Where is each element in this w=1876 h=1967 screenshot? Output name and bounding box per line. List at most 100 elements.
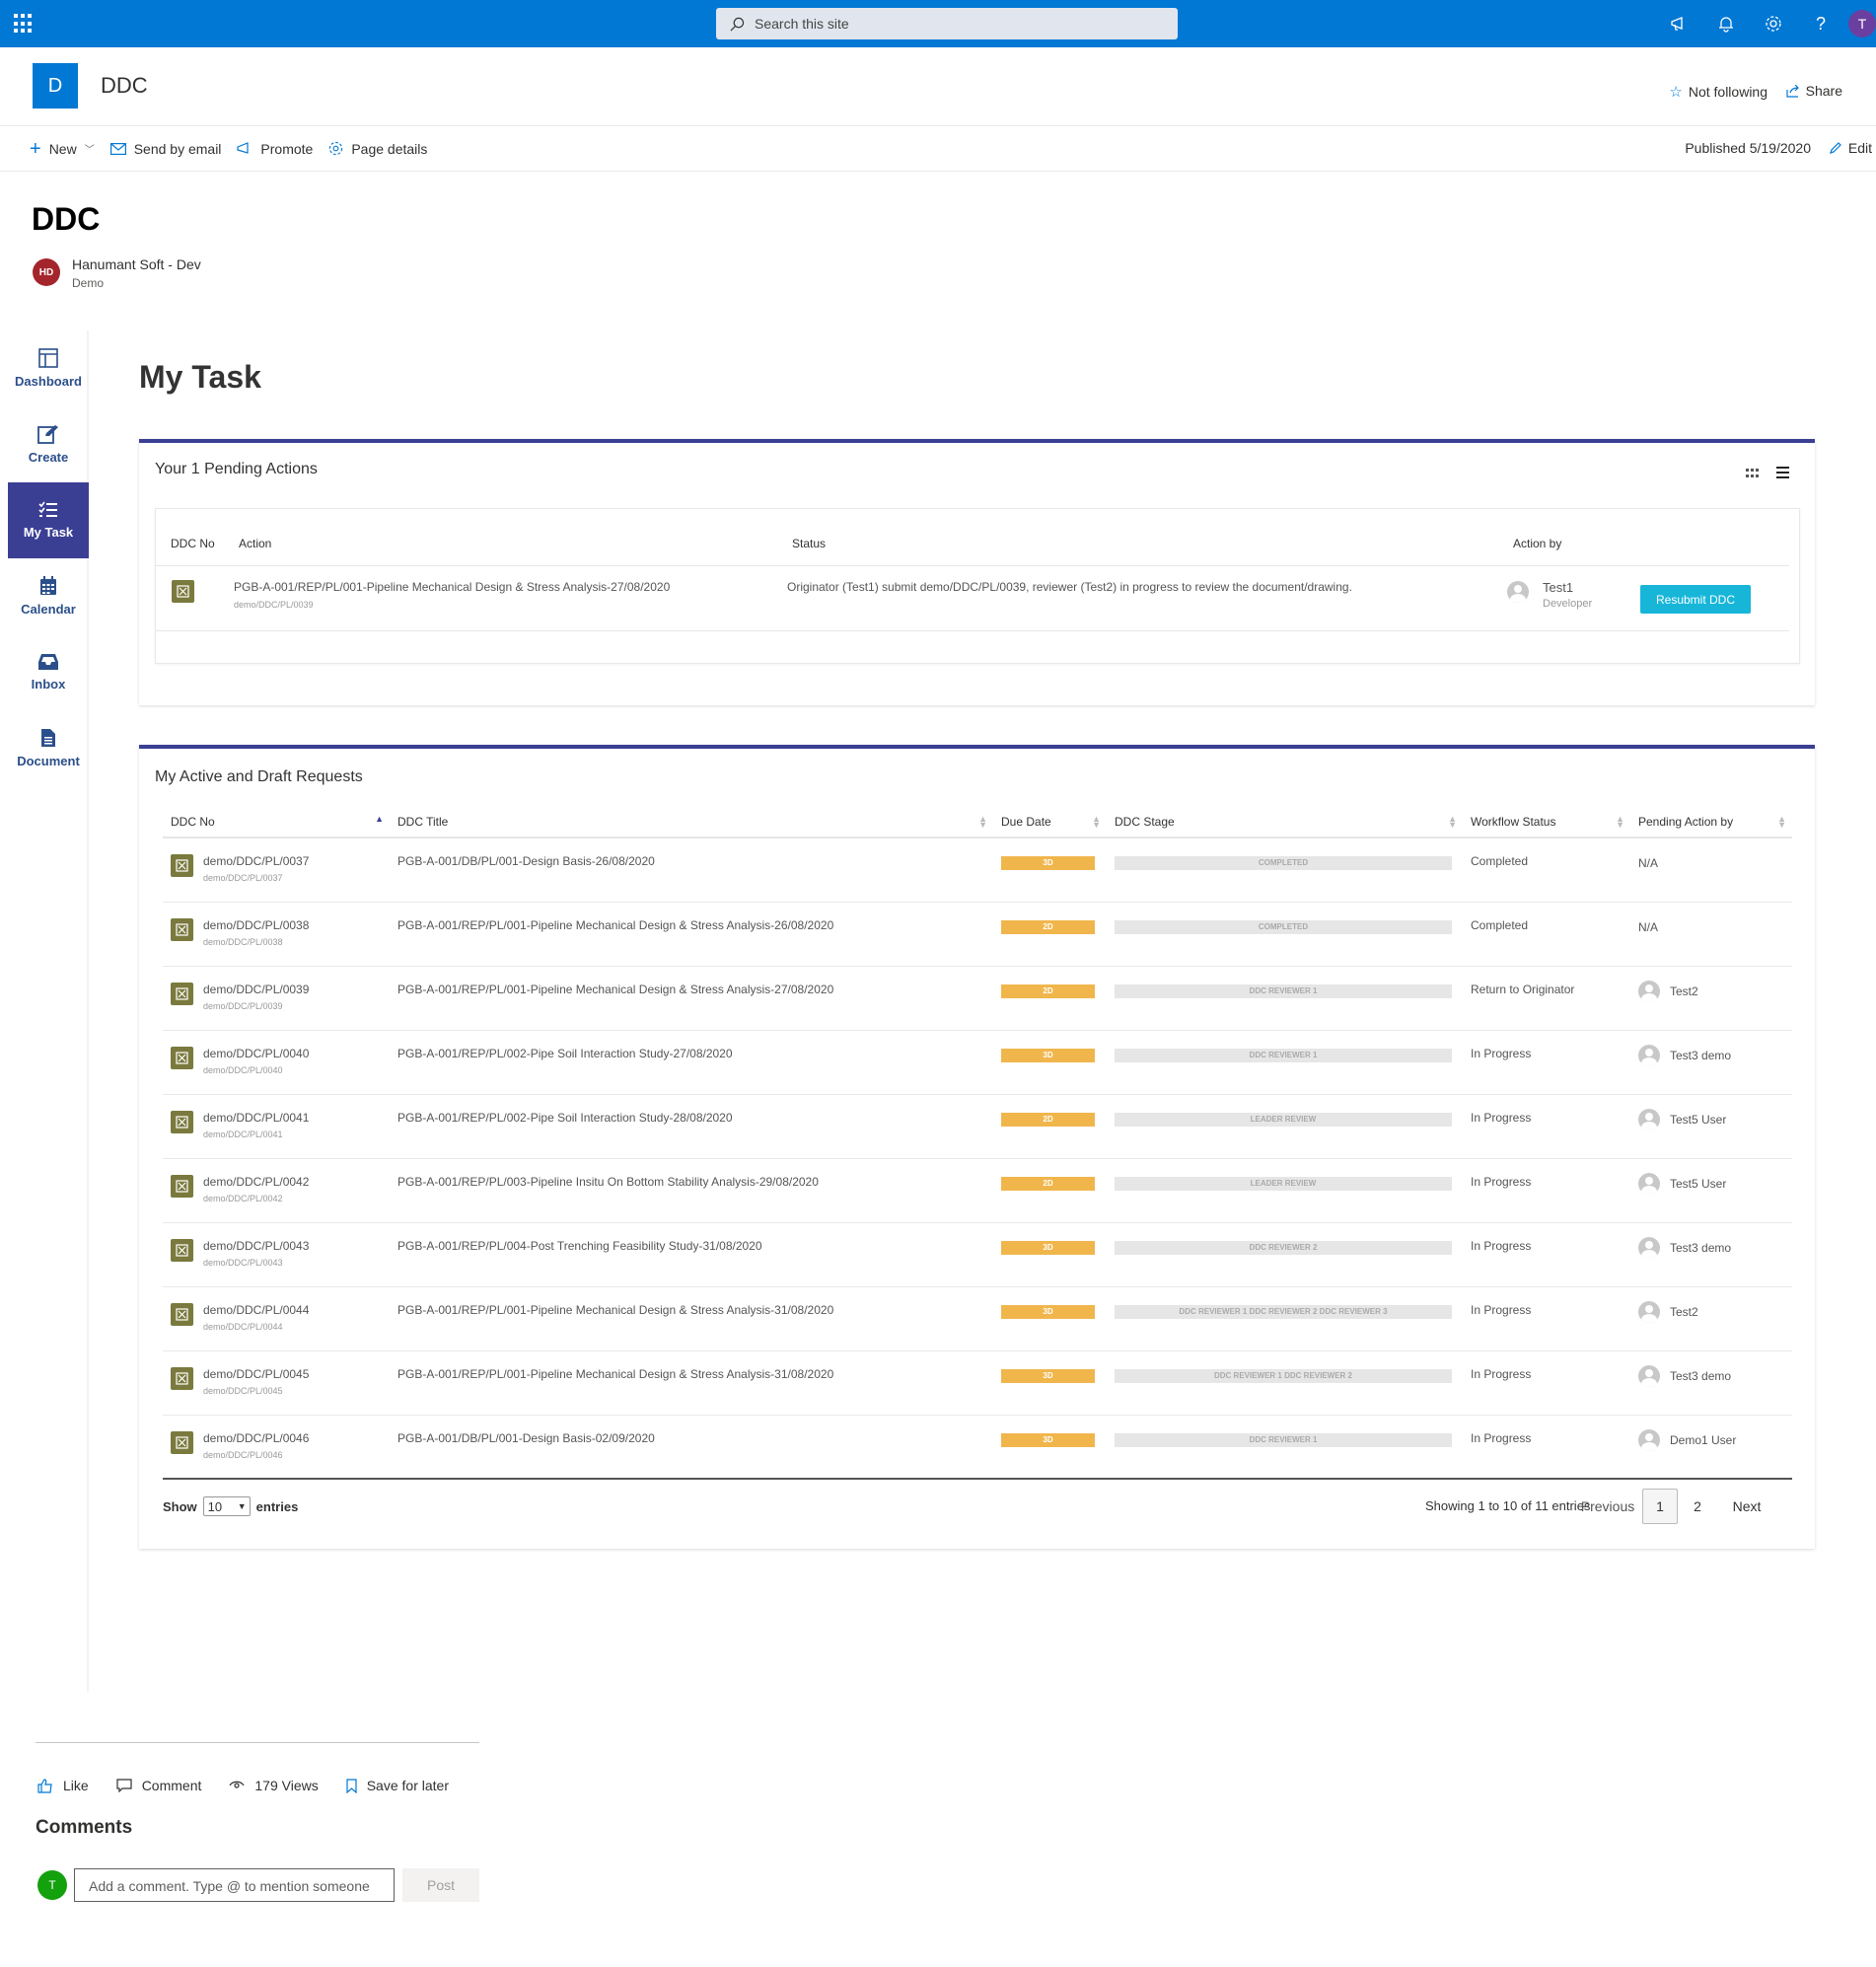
list-view-icon[interactable] <box>1776 467 1789 478</box>
ddc-no-link[interactable]: demo/DDC/PL/0043 <box>203 1239 309 1253</box>
cell-pending-action-by: Test2 <box>1630 966 1792 1031</box>
cell-ddc-no: demo/DDC/PL/0042 demo/DDC/PL/0042 <box>163 1158 390 1223</box>
ddc-no-link[interactable]: demo/DDC/PL/0044 <box>203 1303 309 1317</box>
nav-inbox[interactable]: Inbox <box>8 634 89 710</box>
ddc-no-link[interactable]: demo/DDC/PL/0045 <box>203 1367 309 1381</box>
save-for-later-button[interactable]: Save for later <box>346 1778 449 1793</box>
person-avatar-icon <box>1638 1172 1660 1195</box>
help-icon[interactable]: ? <box>1797 0 1844 47</box>
post-button[interactable]: Post <box>402 1868 479 1902</box>
table-row[interactable]: demo/DDC/PL/0039 demo/DDC/PL/0039 PGB-A-00… <box>163 966 1792 1031</box>
ddc-no-link[interactable]: demo/DDC/PL/0042 <box>203 1175 309 1189</box>
cell-ddc-title[interactable]: PGB-A-001/REP/PL/001-Pipeline Mechanical… <box>390 966 993 1031</box>
app-launcher-icon[interactable] <box>14 14 34 34</box>
cell-ddc-title[interactable]: PGB-A-001/REP/PL/002-Pipe Soil Interacti… <box>390 1030 993 1095</box>
col-ddc-title[interactable]: DDC Title ▲ ▼ <box>390 806 993 838</box>
nav-document[interactable]: Document <box>8 710 89 786</box>
send-by-email-button[interactable]: Send by email <box>109 141 221 157</box>
document-icon[interactable] <box>172 580 194 603</box>
like-button[interactable]: Like <box>37 1778 89 1793</box>
nav-create[interactable]: Create <box>8 406 89 482</box>
table-row[interactable]: demo/DDC/PL/0040 demo/DDC/PL/0040 PGB-A-00… <box>163 1030 1792 1095</box>
cell-due-date: 2D <box>993 1094 1107 1159</box>
megaphone-icon[interactable] <box>1655 0 1702 47</box>
nav-calendar[interactable]: Calendar <box>8 558 89 634</box>
cell-ddc-no: demo/DDC/PL/0043 demo/DDC/PL/0043 <box>163 1222 390 1287</box>
comment-input[interactable]: Add a comment. Type @ to mention someone <box>74 1868 395 1902</box>
cell-due-date: 3D <box>993 1286 1107 1351</box>
pending-action-cell[interactable]: PGB-A-001/REP/PL/001-Pipeline Mechanical… <box>234 580 670 610</box>
cell-ddc-title[interactable]: PGB-A-001/REP/PL/002-Pipe Soil Interacti… <box>390 1094 993 1159</box>
author-name[interactable]: Hanumant Soft - Dev <box>72 256 201 272</box>
ddc-no-link[interactable]: demo/DDC/PL/0039 <box>203 983 309 996</box>
resubmit-ddc-button[interactable]: Resubmit DDC <box>1640 585 1751 614</box>
cell-ddc-title[interactable]: PGB-A-001/DB/PL/001-Design Basis-26/08/2… <box>390 838 993 903</box>
pagination-page-1[interactable]: 1 <box>1642 1489 1678 1524</box>
comment-icon <box>116 1779 132 1792</box>
pending-action-text[interactable]: PGB-A-001/REP/PL/001-Pipeline Mechanical… <box>234 580 670 594</box>
document-icon[interactable] <box>171 1302 193 1326</box>
pagination-next[interactable]: Next <box>1717 1489 1776 1524</box>
col-workflow-status[interactable]: Workflow Status ▲ ▼ <box>1463 806 1630 838</box>
search-box[interactable]: Search this site <box>716 8 1178 39</box>
document-icon[interactable] <box>171 854 193 877</box>
col-due-date[interactable]: Due Date ▲ ▼ <box>993 806 1107 838</box>
table-row[interactable]: demo/DDC/PL/0043 demo/DDC/PL/0043 PGB-A-00… <box>163 1222 1792 1287</box>
document-icon[interactable] <box>171 917 193 941</box>
pagination-page-2[interactable]: 2 <box>1678 1489 1717 1524</box>
follow-button[interactable]: ☆ Not following <box>1669 83 1768 101</box>
page-details-button[interactable]: Page details <box>328 141 427 157</box>
bell-icon[interactable] <box>1702 0 1750 47</box>
document-icon[interactable] <box>171 1046 193 1069</box>
ddc-no-link[interactable]: demo/DDC/PL/0041 <box>203 1111 309 1125</box>
author-avatar[interactable]: HD <box>33 258 60 286</box>
col-pending-action-by[interactable]: Pending Action by ▲ ▼ <box>1630 806 1792 838</box>
table-row[interactable]: demo/DDC/PL/0044 demo/DDC/PL/0044 PGB-A-00… <box>163 1286 1792 1351</box>
cell-workflow-status: In Progress <box>1463 1222 1630 1287</box>
document-icon[interactable] <box>171 982 193 1005</box>
document-icon[interactable] <box>171 1238 193 1262</box>
promote-button[interactable]: Promote <box>237 141 313 157</box>
entries-select[interactable]: 10 ▼ <box>202 1496 251 1516</box>
grid-view-icon[interactable] <box>1746 468 1759 477</box>
table-row[interactable]: demo/DDC/PL/0046 demo/DDC/PL/0046 PGB-A-00… <box>163 1415 1792 1480</box>
user-avatar[interactable]: T <box>1848 10 1876 37</box>
table-row[interactable]: demo/DDC/PL/0042 demo/DDC/PL/0042 PGB-A-00… <box>163 1158 1792 1223</box>
ddc-no-link[interactable]: demo/DDC/PL/0046 <box>203 1431 309 1445</box>
cell-ddc-title[interactable]: PGB-A-001/DB/PL/001-Design Basis-02/09/2… <box>390 1415 993 1480</box>
ddc-no-sub: demo/DDC/PL/0042 <box>203 1193 283 1203</box>
document-icon[interactable] <box>171 1110 193 1133</box>
cell-ddc-title[interactable]: PGB-A-001/REP/PL/001-Pipeline Mechanical… <box>390 902 993 967</box>
new-button[interactable]: + New ﹀ <box>30 139 95 159</box>
ddc-no-link[interactable]: demo/DDC/PL/0037 <box>203 854 309 868</box>
table-row[interactable]: demo/DDC/PL/0038 demo/DDC/PL/0038 PGB-A-00… <box>163 902 1792 967</box>
pagination-previous[interactable]: Previous <box>1573 1489 1642 1524</box>
gear-icon[interactable] <box>1750 0 1797 47</box>
site-title[interactable]: DDC <box>101 73 148 99</box>
cell-ddc-title[interactable]: PGB-A-001/REP/PL/003-Pipeline Insitu On … <box>390 1158 993 1223</box>
nav-my-task[interactable]: My Task <box>8 482 89 558</box>
site-header: D DDC ☆ Not following Share <box>0 47 1876 126</box>
cell-ddc-title[interactable]: PGB-A-001/REP/PL/004-Post Trenching Feas… <box>390 1222 993 1287</box>
col-ddc-stage[interactable]: DDC Stage ▲ ▼ <box>1107 806 1463 838</box>
site-logo[interactable]: D <box>33 63 78 109</box>
col-ddc-no[interactable]: DDC No ▲ <box>163 806 390 838</box>
edit-button[interactable]: Edit <box>1829 140 1872 156</box>
megaphone-icon <box>237 142 250 154</box>
ddc-no-link[interactable]: demo/DDC/PL/0040 <box>203 1047 309 1060</box>
cell-due-date: 3D <box>993 838 1107 903</box>
table-row[interactable]: demo/DDC/PL/0045 demo/DDC/PL/0045 PGB-A-00… <box>163 1350 1792 1416</box>
table-row[interactable]: demo/DDC/PL/0037 demo/DDC/PL/0037 PGB-A-00… <box>163 838 1792 903</box>
share-button[interactable]: Share <box>1786 83 1842 99</box>
cell-ddc-title[interactable]: PGB-A-001/REP/PL/001-Pipeline Mechanical… <box>390 1286 993 1351</box>
comment-button[interactable]: Comment <box>116 1778 201 1793</box>
table-row[interactable]: demo/DDC/PL/0041 demo/DDC/PL/0041 PGB-A-00… <box>163 1094 1792 1159</box>
nav-dashboard[interactable]: Dashboard <box>8 330 89 406</box>
ddc-no-link[interactable]: demo/DDC/PL/0038 <box>203 918 309 932</box>
stage-bar: DDC REVIEWER 1 <box>1115 1432 1452 1447</box>
document-icon[interactable] <box>171 1366 193 1390</box>
cell-ddc-title[interactable]: PGB-A-001/REP/PL/001-Pipeline Mechanical… <box>390 1350 993 1416</box>
document-icon[interactable] <box>171 1430 193 1454</box>
document-icon[interactable] <box>171 1174 193 1198</box>
pending-person-name: Test1 <box>1543 580 1574 595</box>
